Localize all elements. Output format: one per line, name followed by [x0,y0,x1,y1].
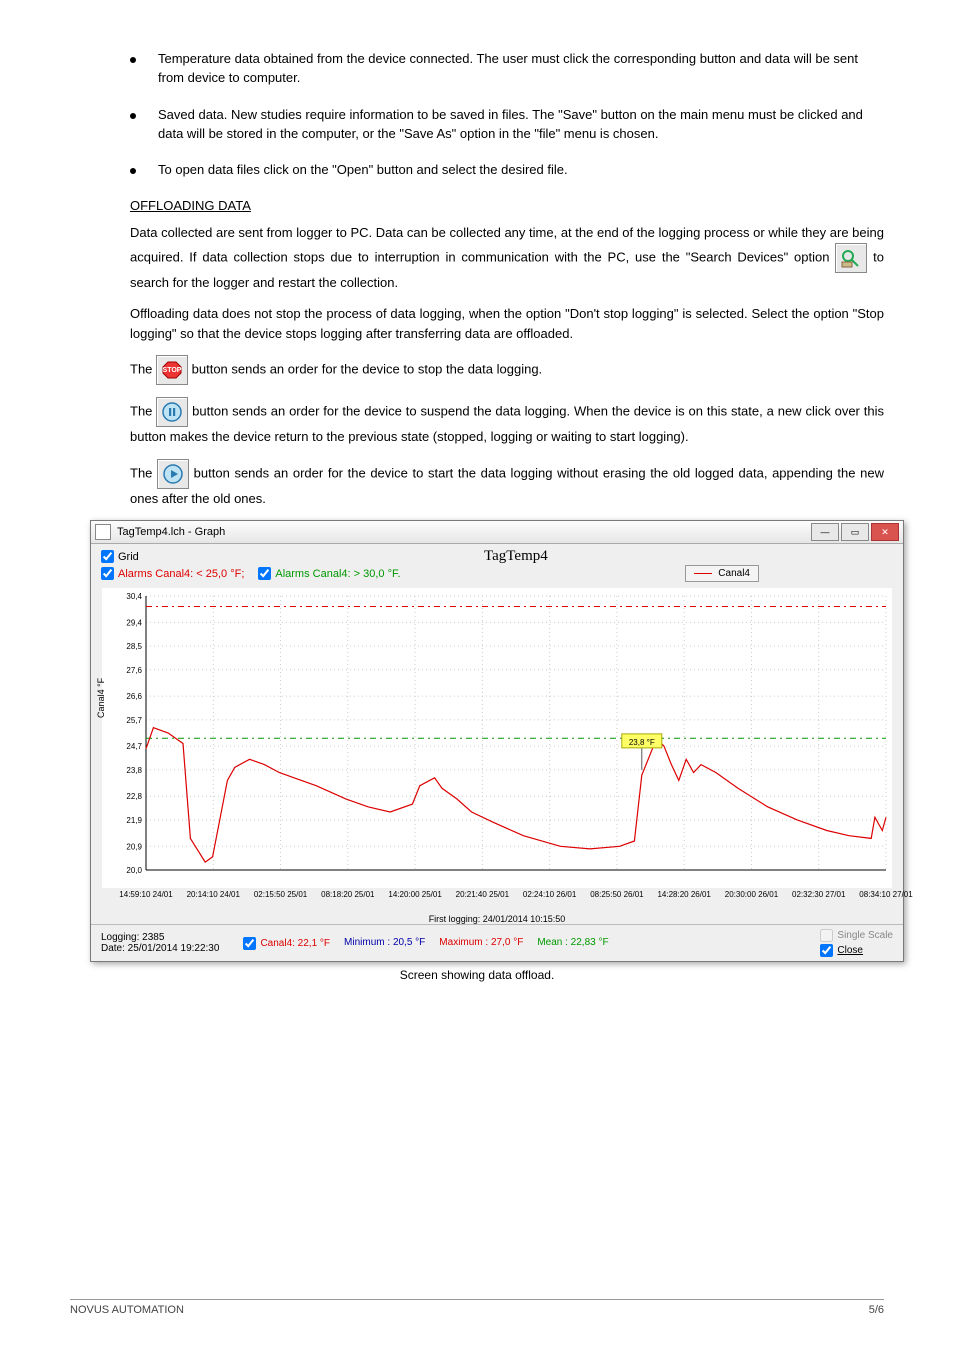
grid-checkbox[interactable]: Grid [101,550,139,563]
chart-plot[interactable]: Canal4 °F 30,429,428,527,626,625,724,723… [102,588,892,888]
svg-text:24,7: 24,7 [126,742,142,751]
svg-text:23,8 °F: 23,8 °F [629,738,655,747]
text: button sends an order for the device to … [192,362,543,377]
bullet-text: To open data files click on the "Open" b… [158,161,568,180]
svg-text:29,4: 29,4 [126,619,142,628]
bullet-dot [130,57,136,63]
app-icon [95,524,111,540]
paragraph-3: The STOP button sends an order for the d… [130,355,884,385]
stat-min: Minimum : 20,5 °F [344,937,425,950]
svg-text:28,5: 28,5 [126,642,142,651]
bullet-item: Temperature data obtained from the devic… [130,50,884,88]
chart-toprow: Grid TagTemp4 [91,544,903,565]
svg-text:22,8: 22,8 [126,792,142,801]
section-heading: OFFLOADING DATA [130,198,884,213]
paragraph-2: Offloading data does not stop the proces… [130,304,884,343]
graph-window: TagTemp4.lch - Graph — ▭ ✕ Grid TagTemp4… [90,520,904,962]
close-button[interactable]: ✕ [871,523,899,541]
svg-text:20,0: 20,0 [126,866,142,875]
bullet-text: Saved data. New studies require informat… [158,106,884,144]
single-scale-checkbox[interactable]: Single Scale [820,929,893,942]
y-axis-label: Canal4 °F [96,678,106,718]
bullet-dot [130,113,136,119]
window-titlebar[interactable]: TagTemp4.lch - Graph — ▭ ✕ [91,521,903,544]
bullet-item: Saved data. New studies require informat… [130,106,884,144]
text: button sends an order for the device to … [130,404,884,445]
text: Data collected are sent from logger to P… [130,225,884,264]
svg-text:20,9: 20,9 [126,843,142,852]
bullet-dot [130,168,136,174]
svg-text:STOP: STOP [163,367,182,374]
alarm-high-checkbox[interactable]: Alarms Canal4: > 30,0 °F. [258,567,400,580]
pause-icon[interactable] [156,397,188,427]
text: button sends an order for the device to … [130,465,884,506]
stat-max: Maximum : 27,0 °F [439,937,523,950]
alarm-low-checkbox[interactable]: Alarms Canal4: < 25,0 °F; [101,567,244,580]
footer-page: 5/6 [869,1304,884,1316]
svg-text:30,4: 30,4 [126,592,142,601]
text: The [130,465,157,480]
svg-text:23,8: 23,8 [126,766,142,775]
svg-text:25,7: 25,7 [126,716,142,725]
text: The [130,362,156,377]
footer-left: NOVUS AUTOMATION [70,1304,184,1316]
stop-icon[interactable]: STOP [156,355,188,385]
paragraph-5: The button sends an order for the device… [130,459,884,509]
chart-title: TagTemp4 [153,548,879,565]
status-logging: Logging: 2385 [101,932,219,943]
figure-caption: Screen showing data offload. [70,968,884,982]
stat-mean: Mean : 22,83 °F [537,937,608,950]
paragraph-4: The button sends an order for the device… [130,397,884,447]
svg-text:27,6: 27,6 [126,666,142,675]
bullet-item: To open data files click on the "Open" b… [130,161,884,180]
window-title: TagTemp4.lch - Graph [117,526,225,538]
minimize-button[interactable]: — [811,523,839,541]
paragraph-1: Data collected are sent from logger to P… [130,223,884,292]
status-date: Date: 25/01/2014 19:22:30 [101,943,219,954]
play-icon[interactable] [157,459,189,489]
close-checkbox[interactable]: Close [820,944,893,957]
svg-text:26,6: 26,6 [126,692,142,701]
chart-alarmrow: Alarms Canal4: < 25,0 °F; Alarms Canal4:… [91,565,903,582]
status-bar: Logging: 2385 Date: 25/01/2014 19:22:30 … [91,924,903,961]
page-footer: NOVUS AUTOMATION 5/6 [70,1299,884,1316]
text: The [130,404,156,419]
maximize-button[interactable]: ▭ [841,523,869,541]
x-axis-ticks: 14:59:10 24/0120:14:10 24/0102:15:50 25/… [102,890,892,916]
legend: Canal4 [685,565,759,582]
search-devices-icon[interactable] [835,243,867,273]
stat-canal-checkbox[interactable]: Canal4: 22,1 °F [243,937,330,950]
svg-text:21,9: 21,9 [126,816,142,825]
bullet-text: Temperature data obtained from the devic… [158,50,884,88]
